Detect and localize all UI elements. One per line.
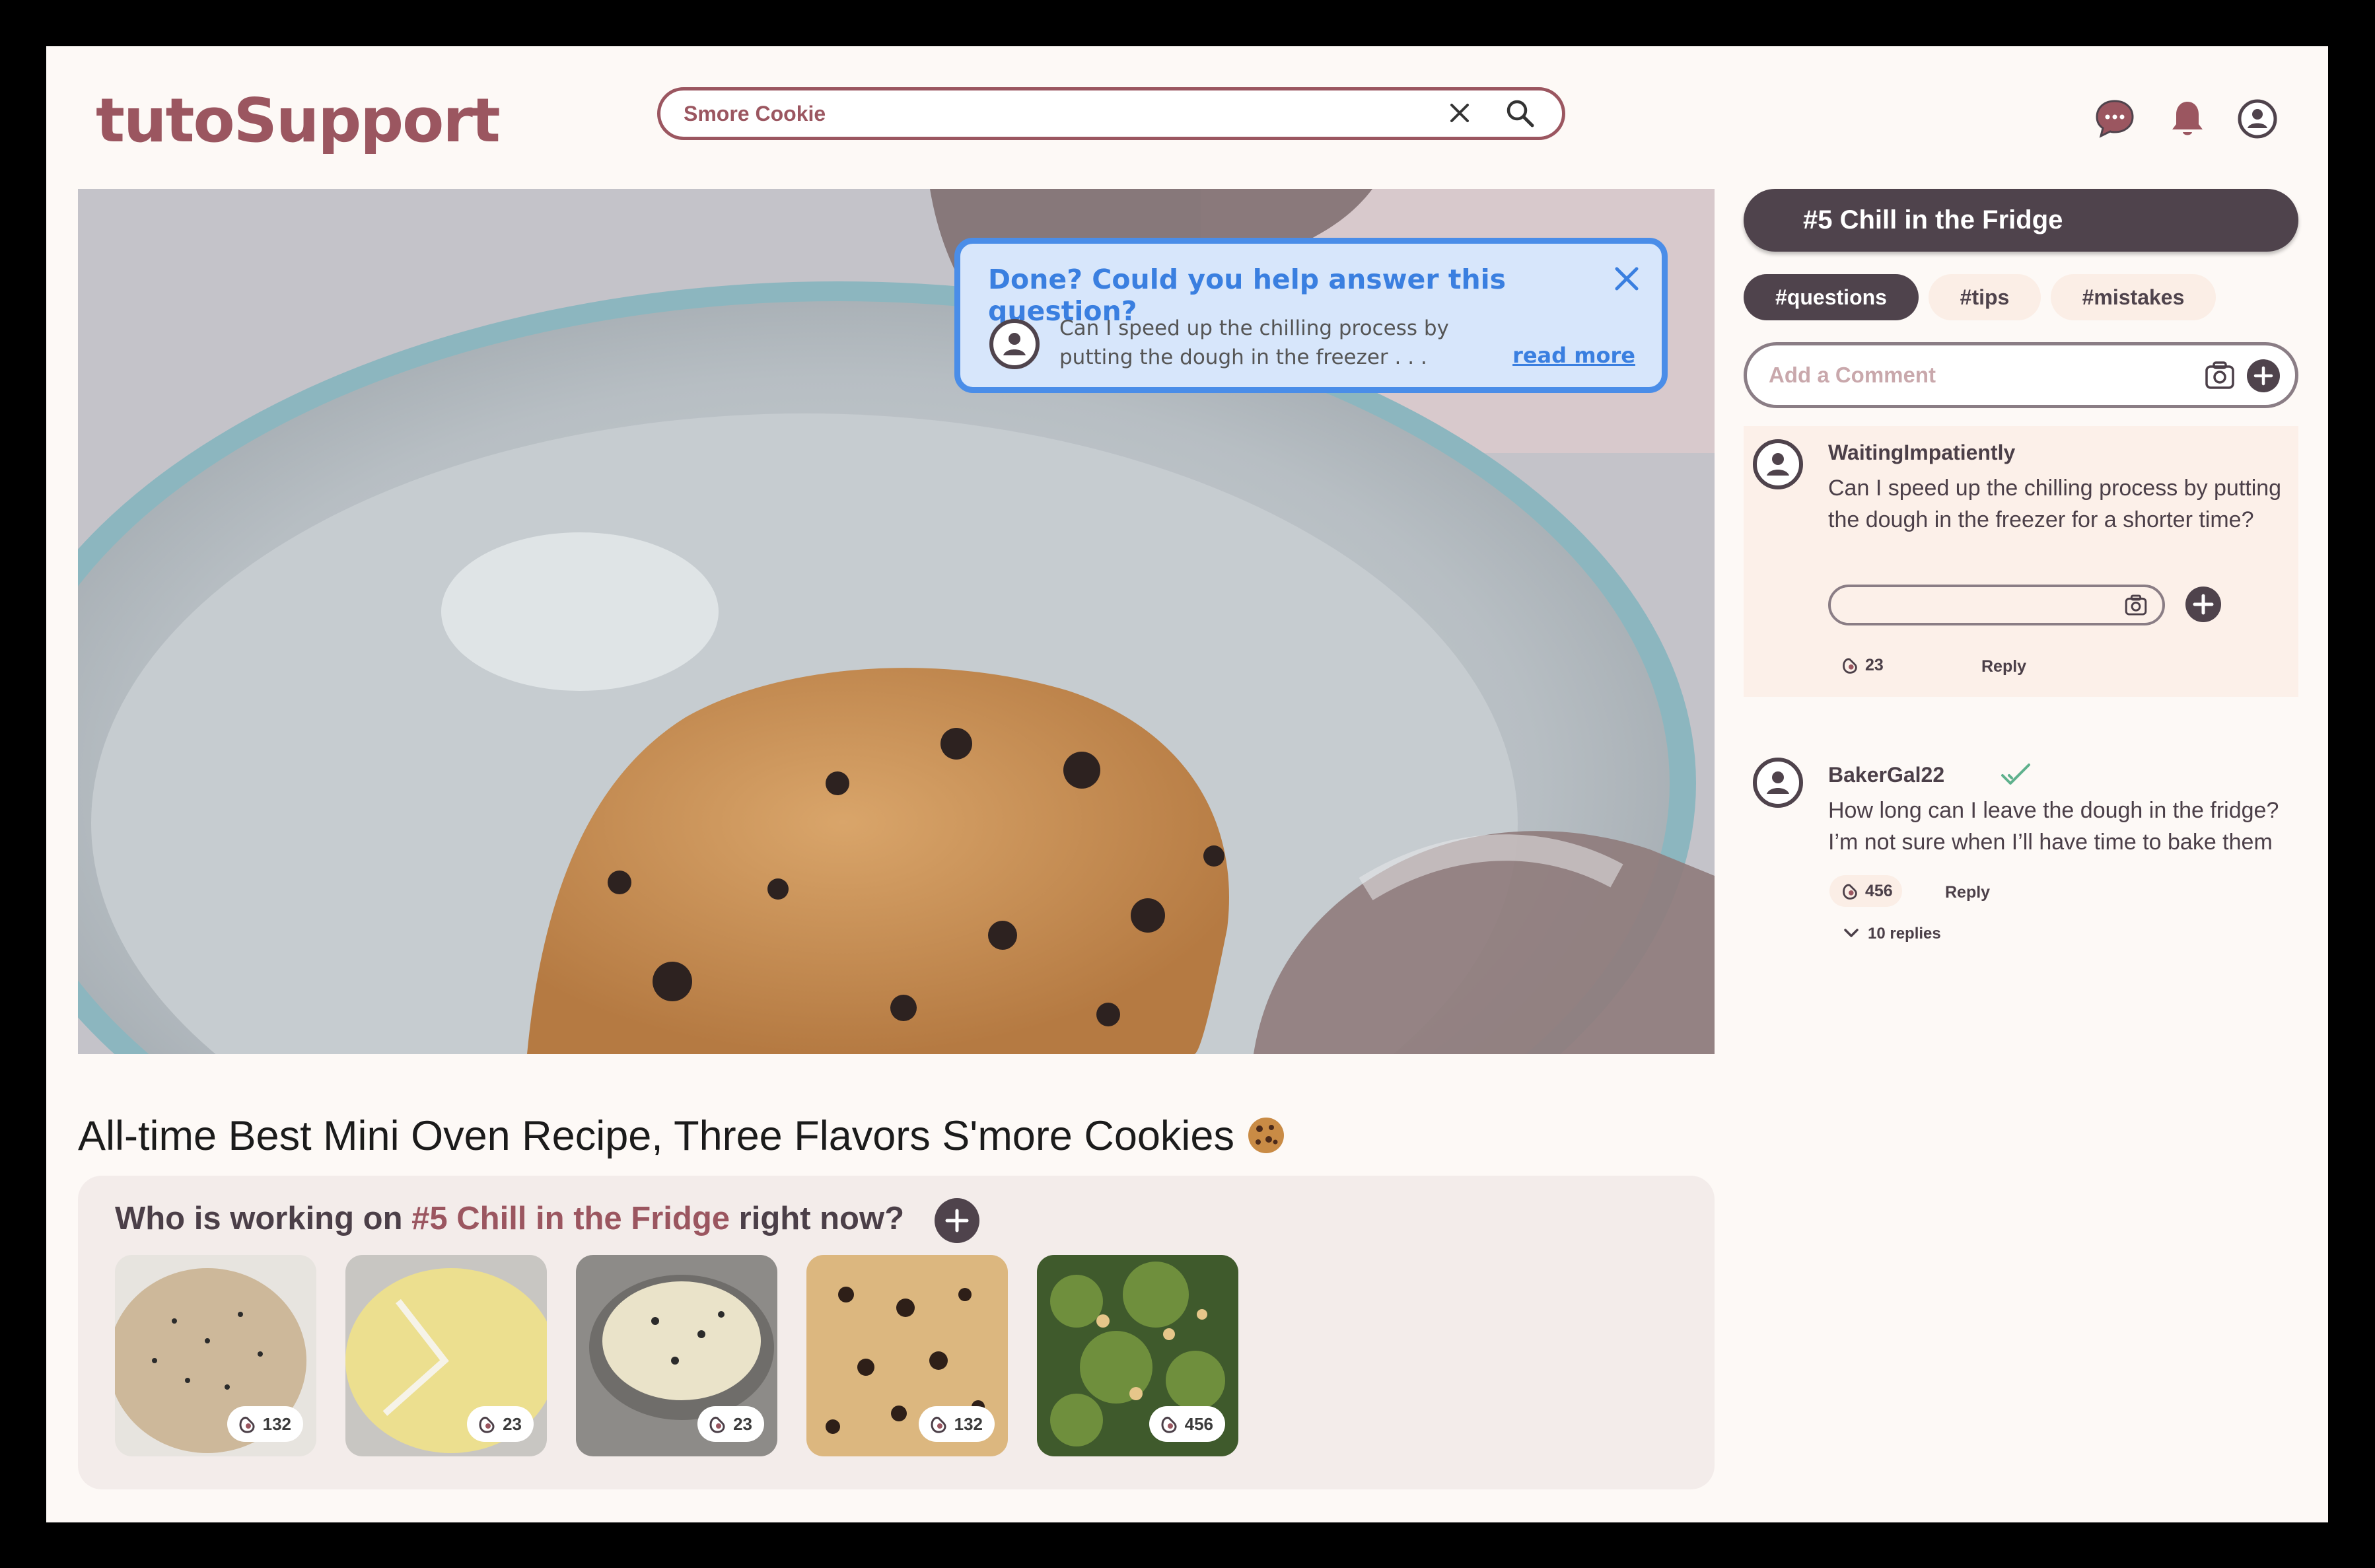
comment-thread-highlighted: WaitingImpatiently Can I speed up the ch… (1744, 426, 2298, 697)
clap-icon (1843, 884, 1857, 900)
step-title-pill[interactable]: #5 Chill in the Fridge (1744, 189, 2298, 252)
search-icon[interactable] (1504, 97, 1536, 129)
tab-mistakes[interactable]: #mistakes (2051, 274, 2216, 320)
working-now-panel: Who is working on #5 Chill in the Fridge… (78, 1176, 1715, 1489)
tab-tips[interactable]: #tips (1929, 274, 2041, 320)
close-icon[interactable] (1612, 264, 1642, 294)
working-step-link[interactable]: #5 Chill in the Fridge (411, 1201, 730, 1236)
working-prefix: Who is working on (115, 1201, 412, 1236)
clear-icon[interactable] (1446, 100, 1473, 126)
like-badge: 132 (227, 1406, 303, 1442)
like-count: 132 (262, 1413, 291, 1434)
camera-icon[interactable] (2204, 360, 2236, 390)
like-badge: 23 (467, 1406, 534, 1442)
like-badge: 456 (1149, 1406, 1225, 1442)
chat-bubble-icon[interactable] (2094, 98, 2136, 140)
question-popup: Done? Could you help answer this questio… (954, 238, 1668, 393)
like-count: 456 (1865, 881, 1893, 900)
avatar-icon (1753, 758, 1803, 808)
add-progress-button[interactable] (934, 1197, 980, 1244)
video-title-text: All-time Best Mini Oven Recipe, Three Fl… (78, 1113, 1234, 1159)
progress-thumbnail[interactable]: 132 (806, 1255, 1008, 1456)
working-suffix: right now? (730, 1201, 905, 1236)
comment-text: Can I speed up the chilling process by p… (1828, 476, 2282, 532)
progress-thumbnail[interactable]: 23 (345, 1255, 547, 1456)
like-badge: 23 (697, 1406, 764, 1442)
reply-input[interactable] (1828, 585, 2165, 625)
view-replies-toggle[interactable]: 10 replies (1843, 925, 1941, 943)
read-more-link[interactable]: read more (1512, 343, 1635, 368)
like-count: 23 (733, 1413, 752, 1434)
add-comment-button[interactable] (2246, 359, 2281, 393)
clap-icon (239, 1417, 255, 1433)
app-screen: tutoSupport Smore Cookie Done? Could you… (46, 46, 2328, 1522)
add-reply-button[interactable] (2185, 586, 2222, 623)
cookie-icon (1248, 1118, 1284, 1153)
logo[interactable]: tutoSupport (96, 85, 501, 157)
comment-username[interactable]: BakerGal22 (1828, 763, 1944, 787)
chevron-down-icon (1844, 929, 1859, 937)
search-input[interactable]: Smore Cookie (684, 90, 826, 137)
popup-question-text: Can I speed up the chilling process by p… (1059, 316, 1449, 369)
user-account-icon[interactable] (2236, 98, 2279, 140)
clap-icon (931, 1417, 946, 1433)
like-count: 132 (954, 1413, 983, 1434)
add-comment-field[interactable]: Add a Comment (1744, 342, 2298, 408)
video-title: All-time Best Mini Oven Recipe, Three Fl… (78, 1110, 1286, 1162)
avatar-icon (989, 319, 1040, 369)
progress-thumbnail[interactable]: 456 (1037, 1255, 1238, 1456)
clap-icon (479, 1417, 495, 1433)
working-now-heading: Who is working on #5 Chill in the Fridge… (115, 1195, 904, 1242)
progress-thumbnail[interactable]: 132 (115, 1255, 316, 1456)
like-count: 23 (1865, 655, 1884, 674)
replies-count: 10 replies (1868, 925, 1941, 943)
camera-icon[interactable] (2124, 594, 2148, 616)
clap-icon (1843, 658, 1857, 674)
like-count: 23 (503, 1413, 522, 1434)
search-bar[interactable]: Smore Cookie (657, 87, 1565, 140)
progress-thumbnail[interactable]: 23 (576, 1255, 777, 1456)
tab-questions[interactable]: #questions (1744, 274, 1919, 320)
like-count: 456 (1184, 1413, 1213, 1434)
comment-input[interactable]: Add a Comment (1769, 345, 1936, 405)
reply-button[interactable]: Reply (1945, 883, 1990, 902)
avatar-icon (1753, 439, 1803, 489)
comment-username[interactable]: WaitingImpatiently (1828, 441, 2015, 465)
comment-text: How long can I leave the dough in the fr… (1828, 798, 2279, 855)
verified-check-icon (2001, 764, 2030, 785)
like-badge: 132 (918, 1406, 995, 1442)
reply-button[interactable]: Reply (1981, 657, 2026, 676)
clap-icon (709, 1417, 725, 1433)
clap-icon (1161, 1417, 1177, 1433)
like-button[interactable]: 23 (1829, 649, 1893, 681)
bell-icon[interactable] (2166, 98, 2209, 140)
like-button[interactable]: 456 (1829, 875, 1902, 907)
